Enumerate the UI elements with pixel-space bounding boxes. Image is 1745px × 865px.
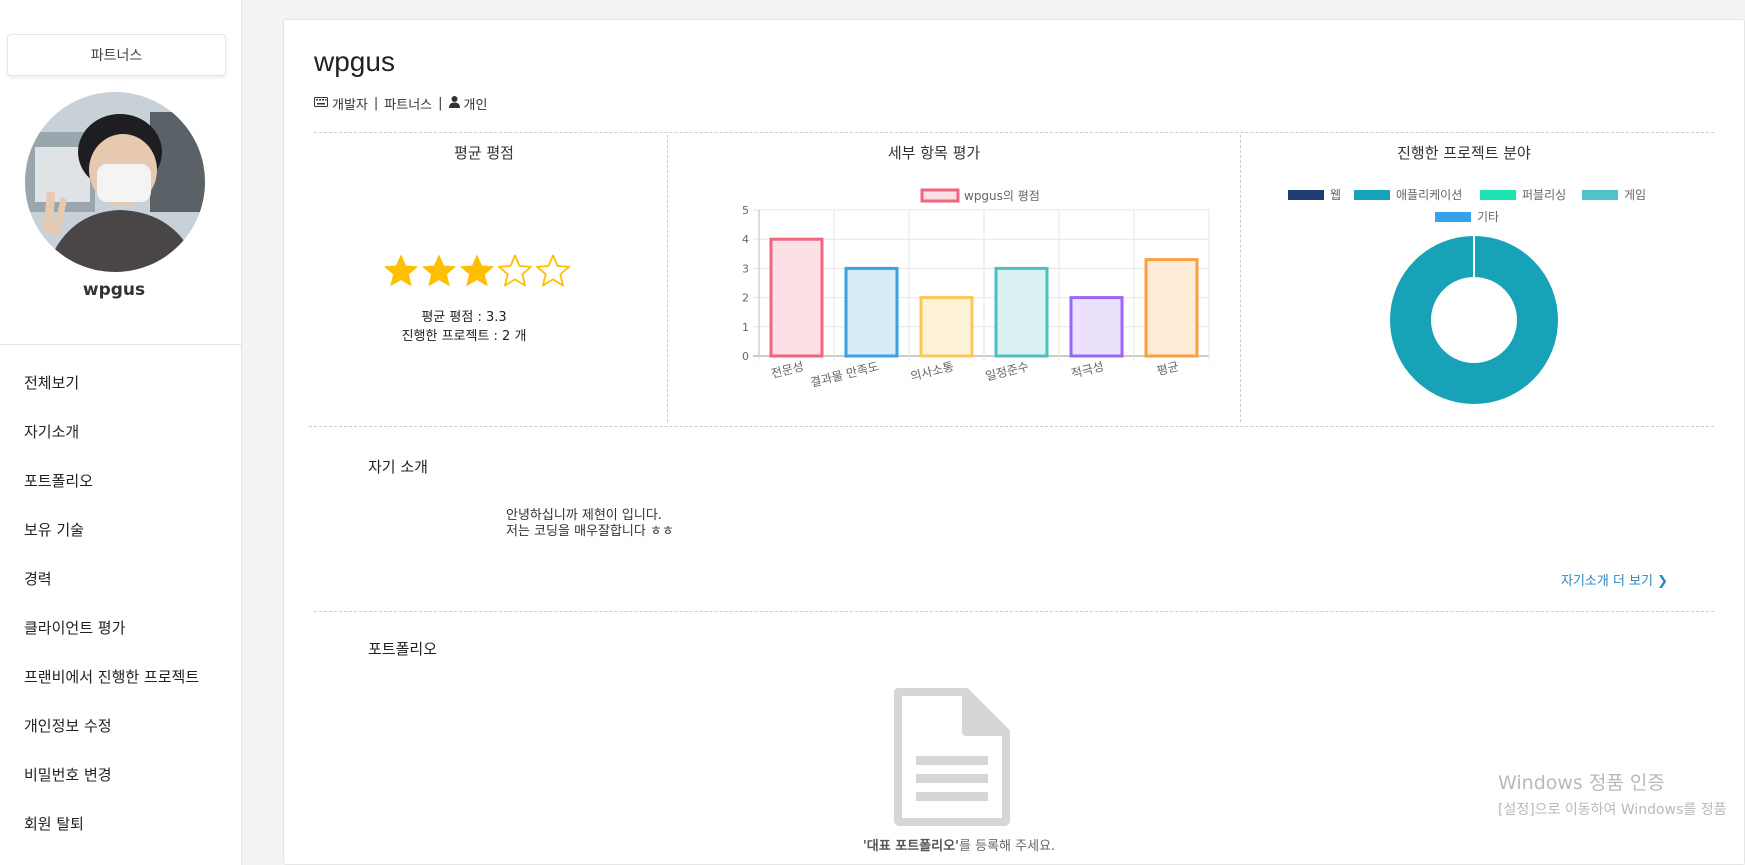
role-badge: 파트너스 xyxy=(7,34,226,76)
field-title: 진행한 프로젝트 분야 xyxy=(1397,144,1531,162)
average-rating-text: 평균 평점 : 3.3 xyxy=(421,310,507,325)
divider xyxy=(667,135,668,422)
y-tick-label: 0 xyxy=(742,350,749,363)
legend-item: 게임 xyxy=(1582,188,1646,202)
account-kind-label: 개인 xyxy=(463,98,488,113)
bar xyxy=(1069,296,1124,358)
document-icon xyxy=(892,688,1012,830)
x-tick-label: 일정준수 xyxy=(984,359,1030,383)
windows-activation-watermark: Windows 정품 인증 [설정]으로 이동하여 Windows를 정품 xyxy=(1498,768,1726,819)
star-filled-icon xyxy=(384,255,418,286)
y-tick-label: 1 xyxy=(742,321,749,334)
intro-title: 자기 소개 xyxy=(368,458,428,476)
sidebar: 파트너스 wpgus 전체보기 자기소개 포트폴리오 보유 기술 경력 클라이언… xyxy=(0,0,242,865)
meta-separator: | xyxy=(438,96,443,111)
user-icon xyxy=(448,95,460,112)
intro-line: 저는 코딩을 매우잘합니다 ㅎㅎ xyxy=(506,524,674,539)
chart-legend: wpgus의 평점 xyxy=(920,188,1040,203)
portfolio-empty-text: 를 등록해 주세요. xyxy=(959,839,1056,854)
x-tick-label: 적극성 xyxy=(1070,359,1106,381)
legend-swatch xyxy=(1582,190,1618,200)
sidebar-nav: 전체보기 자기소개 포트폴리오 보유 기술 경력 클라이언트 평가 프랜비에서 … xyxy=(24,372,199,862)
legend-item: 퍼블리싱 xyxy=(1480,188,1566,202)
detail-bar-chart: wpgus의 평점 0 1 2 3 4 5 전문성 결과물 만족도 의사소통 일정준수 적극성 평균 xyxy=(742,188,1210,390)
sidebar-item-change-password[interactable]: 비밀번호 변경 xyxy=(24,764,199,813)
legend-item: 웹 xyxy=(1288,188,1341,202)
legend-label: wpgus의 평점 xyxy=(964,189,1040,203)
legend-label: 웹 xyxy=(1330,188,1341,202)
sidebar-item-withdraw[interactable]: 회원 탈퇴 xyxy=(24,813,199,862)
bar xyxy=(1144,258,1199,358)
star-empty-icon xyxy=(498,254,532,287)
bar xyxy=(994,266,1049,358)
meta-separator: | xyxy=(373,96,379,111)
sidebar-item-overview[interactable]: 전체보기 xyxy=(24,372,199,421)
sidebar-item-introduction[interactable]: 자기소개 xyxy=(24,421,199,470)
rating-info: 평균 평점 : 3.3 진행한 프로젝트 : 2 개 xyxy=(344,308,584,346)
legend-swatch xyxy=(1435,212,1471,222)
y-tick-label: 2 xyxy=(742,292,749,305)
sidebar-username: wpgus xyxy=(82,280,146,300)
portfolio-empty-message: '대표 포트폴리오'를 등록해 주세요. xyxy=(684,835,1234,854)
divider xyxy=(314,611,1714,612)
sidebar-item-edit-profile[interactable]: 개인정보 수정 xyxy=(24,715,199,764)
y-tick-label: 5 xyxy=(742,204,749,217)
member-type-label: 파트너스 xyxy=(384,98,433,113)
y-tick-label: 3 xyxy=(742,262,749,275)
watermark-title: Windows 정품 인증 xyxy=(1498,772,1665,794)
role-label: 개발자 xyxy=(332,98,368,113)
detail-title: 세부 항목 평가 xyxy=(887,144,981,162)
legend-swatch xyxy=(920,188,960,203)
bar xyxy=(769,237,824,358)
legend-item: 기타 xyxy=(1435,210,1499,224)
x-tick-label: 평균 xyxy=(1155,359,1180,378)
star-filled-icon xyxy=(460,255,494,286)
bar xyxy=(844,266,899,358)
legend-label: 퍼블리싱 xyxy=(1522,188,1566,202)
legend-label: 게임 xyxy=(1624,188,1646,202)
divider xyxy=(314,132,1714,133)
intro-more-link[interactable]: 자기소개 더 보기 ❯ xyxy=(1561,570,1668,589)
profile-card: wpgus 개발자 | 파트너스 | 개인 평균 평점 평균 평점 : 3.3 … xyxy=(283,19,1745,865)
page-title: wpgus xyxy=(314,46,395,77)
rating-title: 평균 평점 xyxy=(454,144,514,162)
intro-line: 안녕하십니까 제현이 입니다. xyxy=(506,508,662,523)
sidebar-divider xyxy=(0,344,241,345)
intro-text: 안녕하십니까 제현이 입니다. 저는 코딩을 매우잘합니다 ㅎㅎ xyxy=(506,508,674,540)
sidebar-item-career[interactable]: 경력 xyxy=(24,568,199,617)
legend-swatch xyxy=(1288,190,1324,200)
divider xyxy=(1240,135,1241,422)
star-rating xyxy=(384,254,570,288)
profile-meta: 개발자 | 파트너스 | 개인 xyxy=(314,94,487,113)
portfolio-title: 포트폴리오 xyxy=(368,640,438,658)
legend-label: 애플리케이션 xyxy=(1396,188,1462,202)
portfolio-empty-emphasis: '대표 포트폴리오' xyxy=(862,839,960,854)
avatar xyxy=(25,92,205,272)
legend-label: 기타 xyxy=(1477,210,1499,224)
star-filled-icon xyxy=(422,255,456,286)
y-tick-label: 4 xyxy=(742,233,749,246)
legend-swatch xyxy=(1480,190,1516,200)
legend-item: 애플리케이션 xyxy=(1354,188,1462,202)
legend-swatch xyxy=(1354,190,1390,200)
sidebar-item-portfolio[interactable]: 포트폴리오 xyxy=(24,470,199,519)
sidebar-item-projects[interactable]: 프랜비에서 진행한 프로젝트 xyxy=(24,666,199,715)
divider xyxy=(309,426,1714,427)
field-doughnut-chart: 웹 애플리케이션 퍼블리싱 게임기타 xyxy=(1288,188,1646,404)
keyboard-icon xyxy=(314,96,328,111)
watermark-subtitle: [설정]으로 이동하여 Windows를 정품 xyxy=(1498,802,1727,818)
sidebar-item-skills[interactable]: 보유 기술 xyxy=(24,519,199,568)
sidebar-item-client-reviews[interactable]: 클라이언트 평가 xyxy=(24,617,199,666)
bar xyxy=(919,296,974,358)
star-empty-icon xyxy=(536,254,570,287)
x-tick-label: 의사소통 xyxy=(909,359,955,383)
x-tick-label: 결과물 만족도 xyxy=(809,359,880,390)
x-tick-label: 전문성 xyxy=(770,359,806,381)
project-count-text: 진행한 프로젝트 : 2 개 xyxy=(401,329,527,344)
